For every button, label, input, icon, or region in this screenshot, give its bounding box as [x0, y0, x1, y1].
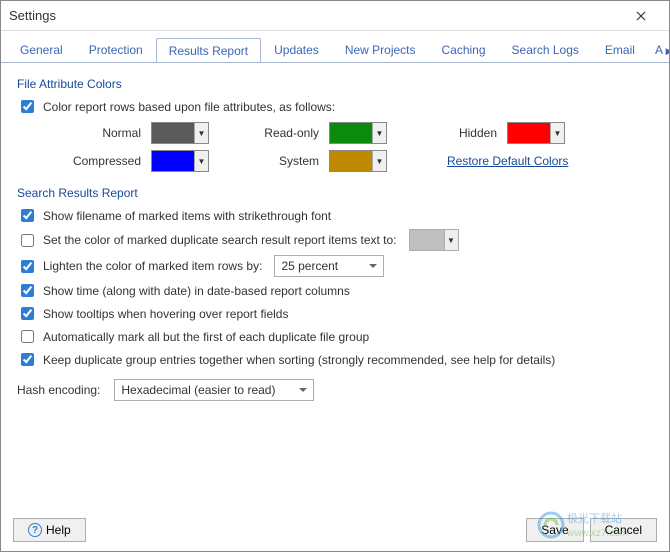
tooltips-row: Show tooltips when hovering over report … — [17, 304, 653, 323]
tooltips-checkbox[interactable] — [21, 307, 34, 320]
dialog-button-bar: ? Help Save Cancel — [1, 509, 669, 551]
readonly-swatch — [330, 123, 372, 143]
color-row-2: Compressed ▼ System ▼ Restore Default Co… — [61, 150, 653, 172]
lighten-label: Lighten the color of marked item rows by… — [43, 259, 262, 273]
help-icon: ? — [28, 523, 42, 537]
hidden-label: Hidden — [437, 126, 497, 140]
show-time-checkbox[interactable] — [21, 284, 34, 297]
tab-email[interactable]: Email — [592, 37, 648, 62]
chevron-down-icon: ▼ — [372, 123, 386, 143]
compressed-swatch — [152, 151, 194, 171]
marked-color-checkbox[interactable] — [21, 234, 34, 247]
keep-grouped-checkbox[interactable] — [21, 353, 34, 366]
hidden-swatch — [508, 123, 550, 143]
tab-updates[interactable]: Updates — [261, 37, 332, 62]
help-button[interactable]: ? Help — [13, 518, 86, 542]
auto-mark-row: Automatically mark all but the first of … — [17, 327, 653, 346]
file-attribute-colors-heading: File Attribute Colors — [17, 77, 653, 91]
readonly-color-picker[interactable]: ▼ — [329, 122, 387, 144]
titlebar: Settings — [1, 1, 669, 31]
lighten-row: Lighten the color of marked item rows by… — [17, 255, 653, 277]
tab-protection[interactable]: Protection — [76, 37, 156, 62]
chevron-down-icon: ▼ — [372, 151, 386, 171]
restore-default-colors-link[interactable]: Restore Default Colors — [447, 154, 568, 168]
keep-grouped-row: Keep duplicate group entries together wh… — [17, 350, 653, 369]
chevron-down-icon: ▼ — [194, 151, 208, 171]
strikethrough-label: Show filename of marked items with strik… — [43, 209, 331, 223]
system-color-picker[interactable]: ▼ — [329, 150, 387, 172]
tab-strip: General Protection Results Report Update… — [1, 31, 669, 63]
marked-color-swatch — [410, 230, 444, 250]
color-rows-label: Color report rows based upon file attrib… — [43, 100, 335, 114]
save-button[interactable]: Save — [526, 518, 583, 542]
tab-content: File Attribute Colors Color report rows … — [1, 63, 669, 507]
lighten-percent-select[interactable]: 25 percent — [274, 255, 384, 277]
system-swatch — [330, 151, 372, 171]
search-results-report-heading: Search Results Report — [17, 186, 653, 200]
color-rows-checkbox[interactable] — [21, 100, 34, 113]
normal-label: Normal — [61, 126, 141, 140]
window-title: Settings — [9, 8, 621, 23]
cancel-button[interactable]: Cancel — [590, 518, 657, 542]
close-icon — [636, 11, 646, 21]
marked-color-picker[interactable]: ▼ — [409, 229, 459, 251]
color-row-1: Normal ▼ Read-only ▼ Hidden ▼ — [61, 122, 653, 144]
chevron-right-icon: ▶ — [666, 46, 669, 56]
chevron-down-icon: ▼ — [444, 230, 458, 250]
window-close-button[interactable] — [621, 2, 661, 30]
hidden-color-picker[interactable]: ▼ — [507, 122, 565, 144]
chevron-down-icon: ▼ — [550, 123, 564, 143]
show-time-label: Show time (along with date) in date-base… — [43, 284, 350, 298]
marked-color-label: Set the color of marked duplicate search… — [43, 233, 397, 247]
tab-results-report[interactable]: Results Report — [156, 38, 261, 63]
tab-overflow[interactable]: A ▶ — [648, 37, 669, 62]
color-rows-checkbox-row: Color report rows based upon file attrib… — [17, 97, 653, 116]
lighten-checkbox[interactable] — [21, 260, 34, 273]
compressed-color-picker[interactable]: ▼ — [151, 150, 209, 172]
readonly-label: Read-only — [249, 126, 319, 140]
system-label: System — [249, 154, 319, 168]
auto-mark-checkbox[interactable] — [21, 330, 34, 343]
show-time-row: Show time (along with date) in date-base… — [17, 281, 653, 300]
tab-general[interactable]: General — [7, 37, 76, 62]
auto-mark-label: Automatically mark all but the first of … — [43, 330, 369, 344]
chevron-down-icon: ▼ — [194, 123, 208, 143]
settings-window: Settings General Protection Results Repo… — [0, 0, 670, 552]
strikethrough-row: Show filename of marked items with strik… — [17, 206, 653, 225]
compressed-label: Compressed — [61, 154, 141, 168]
tab-new-projects[interactable]: New Projects — [332, 37, 429, 62]
tooltips-label: Show tooltips when hovering over report … — [43, 307, 288, 321]
strikethrough-checkbox[interactable] — [21, 209, 34, 222]
hash-encoding-select[interactable]: Hexadecimal (easier to read) — [114, 379, 314, 401]
tab-caching[interactable]: Caching — [429, 37, 499, 62]
marked-color-row: Set the color of marked duplicate search… — [17, 229, 653, 251]
keep-grouped-label: Keep duplicate group entries together wh… — [43, 353, 555, 367]
normal-swatch — [152, 123, 194, 143]
hash-encoding-row: Hash encoding: Hexadecimal (easier to re… — [17, 379, 653, 401]
normal-color-picker[interactable]: ▼ — [151, 122, 209, 144]
hash-encoding-label: Hash encoding: — [17, 383, 100, 397]
tab-search-logs[interactable]: Search Logs — [499, 37, 592, 62]
